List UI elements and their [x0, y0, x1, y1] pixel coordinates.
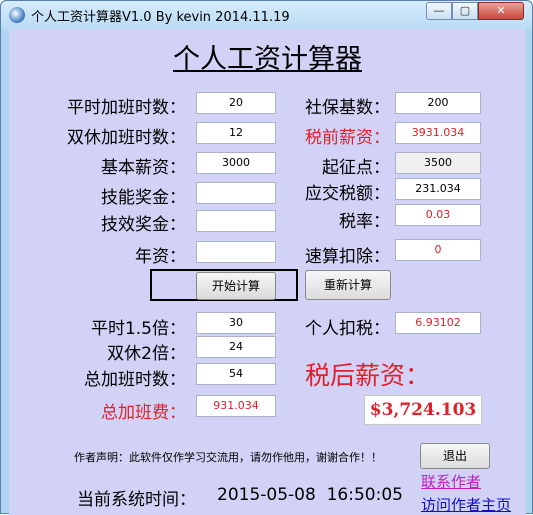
tax-rate-field: 0.03 [395, 204, 481, 226]
after-tax-salary-value: $3,724.103 [364, 395, 482, 425]
page-title-text: 个人工资计算器 [173, 44, 362, 75]
recalc-button[interactable]: 重新计算 [305, 270, 391, 300]
total-hours-label: 总加班时数： [84, 370, 186, 390]
personal-tax-field: 6.93102 [395, 312, 481, 334]
tax-threshold-field: 3500 [395, 152, 481, 174]
overtime-weekend-input[interactable]: 12 [196, 122, 276, 144]
window-title: 个人工资计算器V1.0 By kevin 2014.11.19 [31, 10, 290, 25]
tax-rate-label: 税率： [339, 212, 390, 232]
tax-threshold-label: 起征点： [322, 158, 390, 178]
client-area: 个人工资计算器 平时加班时数： 双休加班时数： 基本薪资： 技能奖金： 技效奖金… [9, 29, 526, 515]
seniority-input[interactable] [196, 241, 276, 263]
author-homepage-link[interactable]: 访问作者主页 [421, 494, 511, 515]
base-salary-label: 基本薪资： [101, 158, 186, 178]
overtime-weekday-input[interactable]: 20 [196, 92, 276, 114]
weekend-2x-field: 24 [196, 336, 276, 358]
quick-deduction-field: 0 [395, 239, 481, 261]
weekday-15x-field: 30 [196, 312, 276, 334]
app-icon [9, 7, 25, 23]
pretax-salary-field: 3931.034 [395, 122, 481, 144]
page-title: 个人工资计算器 [9, 37, 526, 76]
exit-button[interactable]: 退出 [420, 443, 490, 469]
social-base-label: 社保基数： [305, 98, 390, 118]
overtime-weekday-label: 平时加班时数： [67, 98, 186, 118]
close-button[interactable]: ✕ [478, 2, 524, 20]
quick-deduction-label: 速算扣除： [305, 247, 390, 267]
minimize-button[interactable]: — [426, 2, 452, 20]
total-overtime-pay-label: 总加班费： [101, 403, 186, 423]
pretax-salary-label: 税前薪资： [305, 128, 390, 148]
social-base-input[interactable]: 200 [395, 92, 481, 114]
maximize-button[interactable]: ▢ [452, 2, 478, 20]
app-window: 个人工资计算器V1.0 By kevin 2014.11.19 — ▢ ✕ 个人… [0, 0, 533, 515]
weekend-2x-label: 双休2倍： [107, 344, 186, 364]
base-salary-input[interactable]: 3000 [196, 152, 276, 174]
tax-payable-field: 231.034 [395, 178, 481, 200]
tax-payable-label: 应交税额： [305, 184, 390, 204]
system-time-value: 2015-05-08 16:50:05 [217, 485, 403, 505]
personal-tax-label: 个人扣税： [305, 319, 390, 339]
author-statement: 作者声明：此软件仅作学习交流用，请勿作他用，谢谢合作！！ [74, 451, 382, 464]
total-hours-field: 54 [196, 363, 276, 385]
contact-author-link[interactable]: 联系作者 [421, 471, 481, 492]
overtime-weekend-label: 双休加班时数： [67, 128, 186, 148]
title-bar[interactable]: 个人工资计算器V1.0 By kevin 2014.11.19 — ▢ ✕ [1, 1, 532, 29]
seniority-label: 年资： [135, 247, 186, 267]
performance-bonus-label: 技效奖金： [101, 215, 186, 235]
performance-bonus-input[interactable] [196, 210, 276, 232]
total-overtime-pay-field: 931.034 [196, 395, 276, 417]
weekday-15x-label: 平时1.5倍： [90, 319, 186, 339]
skill-bonus-label: 技能奖金： [101, 188, 186, 208]
after-tax-salary-label: 税后薪资： [305, 361, 431, 390]
start-calc-button[interactable]: 开始计算 [196, 272, 276, 300]
skill-bonus-input[interactable] [196, 182, 276, 204]
system-time-label: 当前系统时间： [77, 490, 196, 510]
